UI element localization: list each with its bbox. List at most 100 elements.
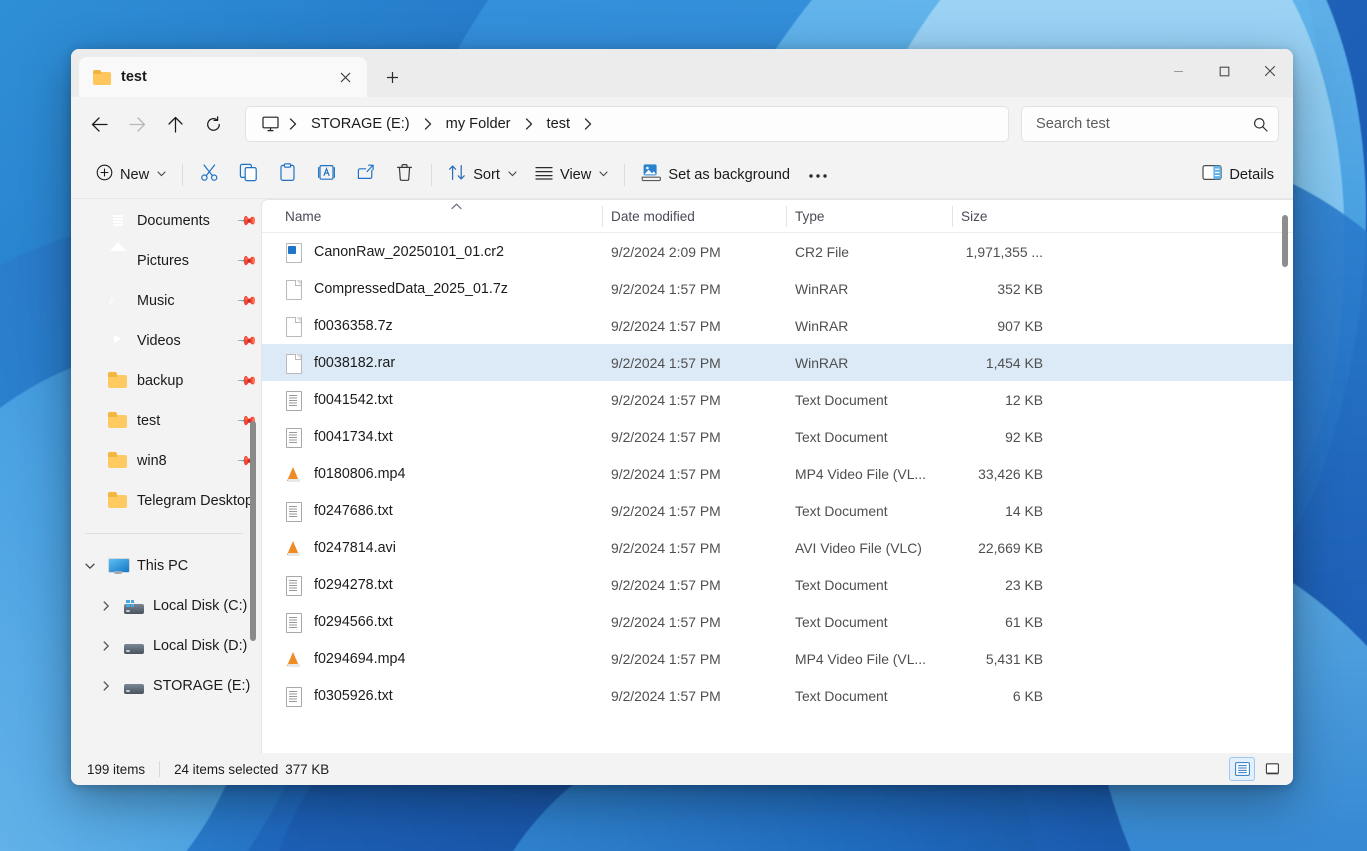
chevron-right-icon[interactable] [581, 118, 595, 130]
file-type: Text Document [795, 502, 888, 519]
sidebar-item-telegram-desktop[interactable]: Telegram Desktop [75, 481, 255, 521]
table-row[interactable]: CompressedData_2025_01.7z 9/2/2024 1:57 … [262, 270, 1293, 307]
sidebar-item-documents[interactable]: Documents 📌 [75, 201, 258, 241]
file-name: f0247814.avi [314, 539, 396, 556]
details-pane-button[interactable]: Details [1193, 158, 1283, 192]
sidebar-item-storage-e[interactable]: STORAGE (E:) [75, 666, 255, 706]
delete-button[interactable] [385, 158, 424, 192]
table-row[interactable]: f0180806.mp4 9/2/2024 1:57 PM MP4 Video … [262, 455, 1293, 492]
chevron-down-icon [599, 169, 608, 180]
new-tab-button[interactable] [375, 60, 409, 94]
back-button[interactable] [81, 106, 117, 142]
file-date: 9/2/2024 1:57 PM [611, 650, 721, 667]
chevron-right-icon[interactable] [97, 641, 115, 651]
sidebar-item-videos[interactable]: Videos 📌 [75, 321, 258, 361]
address-bar[interactable]: STORAGE (E:) my Folder test [245, 106, 1009, 142]
column-header-size[interactable]: Size [952, 200, 1052, 233]
search-input[interactable]: Search test [1036, 116, 1253, 132]
file-name-cell: f0036358.7z [276, 307, 602, 344]
breadcrumb-my-folder[interactable]: my Folder [437, 112, 520, 136]
maximize-button[interactable] [1201, 49, 1247, 93]
refresh-button[interactable] [195, 106, 231, 142]
sidebar-item-music[interactable]: Music 📌 [75, 281, 258, 321]
scissors-icon [200, 163, 219, 186]
window-controls [1155, 49, 1293, 93]
drive-icon [124, 681, 144, 695]
file-size: 23 KB [1005, 576, 1043, 593]
explorer-body: Documents 📌 Pictures 📌 Music 📌 Videos 📌 [71, 199, 1293, 753]
text-file-icon [285, 686, 303, 707]
archive-file-icon [285, 353, 303, 374]
file-name-cell: f0038182.rar [276, 344, 602, 381]
sidebar-item-label: Local Disk (C:) [153, 598, 248, 614]
table-row[interactable]: f0041734.txt 9/2/2024 1:57 PM Text Docum… [262, 418, 1293, 455]
table-row[interactable]: f0294278.txt 9/2/2024 1:57 PM Text Docum… [262, 566, 1293, 603]
file-type: Text Document [795, 687, 888, 704]
table-row[interactable]: f0294566.txt 9/2/2024 1:57 PM Text Docum… [262, 603, 1293, 640]
sidebar-item-label: This PC [137, 558, 189, 574]
text-file-icon [285, 575, 303, 596]
table-row[interactable]: CanonRaw_20250101_01.cr2 9/2/2024 2:09 P… [262, 233, 1293, 270]
windows-logo-icon [126, 599, 135, 608]
file-type: WinRAR [795, 354, 849, 371]
table-row[interactable]: f0041542.txt 9/2/2024 1:57 PM Text Docum… [262, 381, 1293, 418]
details-view-button[interactable] [1229, 757, 1255, 781]
search-box[interactable]: Search test [1021, 106, 1279, 142]
file-name-cell: f0247686.txt [276, 492, 602, 529]
close-button[interactable] [1247, 49, 1293, 93]
forward-button[interactable] [119, 106, 155, 142]
table-row[interactable]: f0305926.txt 9/2/2024 1:57 PM Text Docum… [262, 677, 1293, 714]
breadcrumb-test[interactable]: test [538, 112, 580, 136]
sidebar-item-pictures[interactable]: Pictures 📌 [75, 241, 258, 281]
file-date: 9/2/2024 1:57 PM [611, 539, 721, 556]
table-row[interactable]: f0036358.7z 9/2/2024 1:57 PM WinRAR 907 … [262, 307, 1293, 344]
more-options-button[interactable] [799, 158, 837, 192]
column-header-name[interactable]: Name [276, 200, 602, 233]
chevron-right-icon[interactable] [97, 601, 115, 611]
sidebar-item-backup[interactable]: backup 📌 [75, 361, 258, 401]
new-button[interactable]: New [87, 158, 175, 192]
file-type: Text Document [795, 613, 888, 630]
table-row[interactable]: f0247814.avi 9/2/2024 1:57 PM AVI Video … [262, 529, 1293, 566]
tab-test[interactable]: test [79, 57, 367, 97]
column-header-label: Type [795, 208, 825, 224]
windows-drive-icon [124, 599, 144, 615]
cut-button[interactable] [190, 158, 229, 192]
table-row[interactable]: f0038182.rar 9/2/2024 1:57 PM WinRAR 1,4… [262, 344, 1293, 381]
sidebar-item-local-disk-d[interactable]: Local Disk (D:) [75, 626, 255, 666]
search-icon[interactable] [1253, 117, 1268, 132]
clipboard-icon [278, 163, 297, 186]
chevron-right-icon[interactable] [97, 681, 115, 691]
sort-button[interactable]: Sort [439, 158, 526, 192]
minimize-button[interactable] [1155, 49, 1201, 93]
sidebar-item-test[interactable]: test 📌 [75, 401, 258, 441]
rename-button[interactable] [307, 158, 346, 192]
view-button[interactable]: View [526, 158, 617, 192]
copy-button[interactable] [229, 158, 268, 192]
sidebar-scrollbar-thumb[interactable] [250, 421, 256, 641]
large-icons-view-button[interactable] [1259, 757, 1285, 781]
sidebar-item-this-pc[interactable]: This PC [75, 546, 255, 586]
chevron-down-icon[interactable] [81, 563, 99, 570]
breadcrumb-storage[interactable]: STORAGE (E:) [302, 112, 419, 136]
file-date: 9/2/2024 1:57 PM [611, 354, 721, 371]
file-list-scrollbar-thumb[interactable] [1282, 215, 1288, 267]
set-as-background-button[interactable]: Set as background [632, 158, 799, 192]
sidebar-item-local-disk-c[interactable]: Local Disk (C:) [75, 586, 255, 626]
up-button[interactable] [157, 106, 193, 142]
this-pc-icon[interactable] [256, 116, 284, 132]
table-row[interactable]: f0294694.mp4 9/2/2024 1:57 PM MP4 Video … [262, 640, 1293, 677]
column-header-type[interactable]: Type [786, 200, 952, 233]
sidebar-item-win8[interactable]: win8 📌 [75, 441, 258, 481]
text-file-icon [285, 427, 303, 448]
table-row[interactable]: f0247686.txt 9/2/2024 1:57 PM Text Docum… [262, 492, 1293, 529]
close-icon[interactable] [331, 63, 359, 91]
file-list-scrollbar[interactable] [1278, 201, 1292, 752]
share-button[interactable] [346, 158, 385, 192]
column-header-date-modified[interactable]: Date modified [602, 200, 786, 233]
plus-circle-icon [96, 164, 113, 185]
file-size: 22,669 KB [978, 539, 1043, 556]
sidebar-item-label: Local Disk (D:) [153, 638, 248, 654]
sidebar-scrollbar[interactable] [247, 199, 259, 753]
paste-button[interactable] [268, 158, 307, 192]
